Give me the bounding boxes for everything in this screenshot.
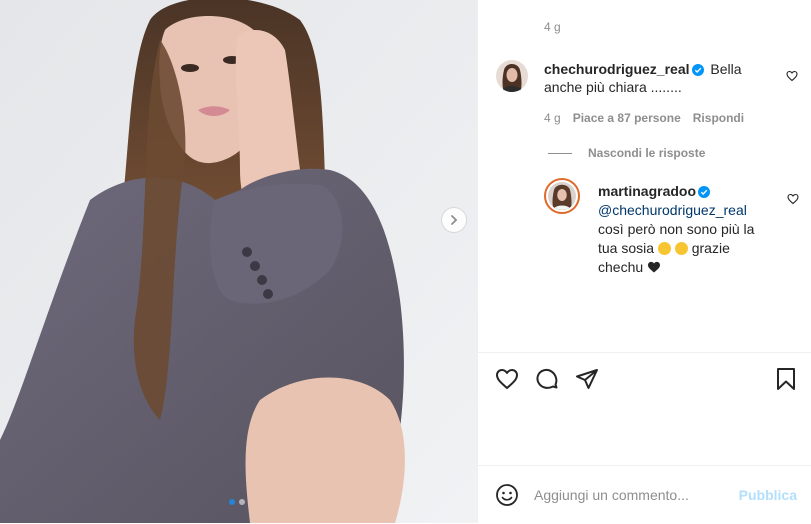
hide-replies-label: Nascondi le risposte (588, 146, 706, 160)
black-heart-icon (648, 261, 661, 273)
post-photo[interactable] (0, 0, 477, 523)
carousel-next-button[interactable] (441, 207, 467, 233)
laughing-emoji-icon (674, 242, 688, 255)
emoji-icon[interactable] (495, 483, 519, 507)
previous-comment-time: 4 g (544, 20, 561, 34)
reply-mention[interactable]: @chechurodriguez_real (598, 202, 747, 218)
winking-tongue-emoji-icon (657, 242, 671, 255)
carousel-dot (239, 499, 245, 505)
reply-username[interactable]: martinagradoo (598, 183, 696, 199)
comments-panel: 4 g chechurodriguez_real Bella anche più… (477, 0, 811, 523)
reply-button[interactable]: Rispondi (693, 111, 744, 125)
reply-avatar[interactable] (544, 178, 580, 214)
post-actions (478, 352, 811, 413)
comment-composer: Aggiungi un commento... Pubblica (478, 465, 811, 524)
comment-meta: 4 g Piace a 87 persone Rispondi (544, 111, 744, 125)
avatar[interactable] (496, 60, 528, 92)
reply-text: martinagradoo @chechurodriguez_real così… (598, 182, 768, 277)
avatar-image (496, 60, 528, 92)
post-image (0, 0, 477, 523)
carousel-dot-active (229, 499, 235, 505)
comment-input[interactable]: Aggiungi un commento... (534, 487, 734, 503)
reply-like-heart-icon[interactable] (787, 193, 799, 205)
comment-icon[interactable] (535, 367, 559, 391)
heart-icon[interactable] (495, 367, 519, 391)
share-icon[interactable] (575, 367, 599, 391)
comment-time: 4 g (544, 111, 561, 125)
comment-like-heart-icon[interactable] (786, 70, 798, 82)
bookmark-icon[interactable] (775, 367, 797, 391)
chevron-right-icon (451, 215, 458, 225)
divider (548, 152, 572, 154)
comment-text: chechurodriguez_real Bella anche più chi… (544, 60, 772, 96)
verified-icon (698, 186, 711, 198)
comment-username[interactable]: chechurodriguez_real (544, 61, 690, 77)
avatar-image (548, 182, 576, 210)
carousel-dots (229, 499, 245, 505)
publish-button[interactable]: Pubblica (739, 487, 797, 503)
verified-icon (691, 64, 704, 76)
comment-likes[interactable]: Piace a 87 persone (573, 111, 681, 125)
hide-replies-button[interactable]: Nascondi le risposte (548, 146, 705, 160)
